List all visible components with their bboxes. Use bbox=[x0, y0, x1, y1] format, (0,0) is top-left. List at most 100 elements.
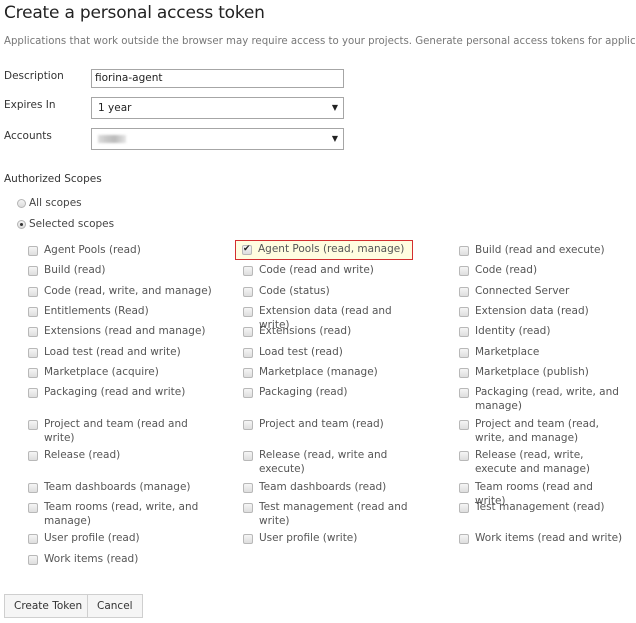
scope-checkbox-item[interactable]: Marketplace bbox=[459, 346, 539, 360]
scope-label: Release (read) bbox=[44, 449, 121, 461]
scope-label: Release (read, write and execute) bbox=[259, 449, 388, 475]
checkbox-icon[interactable] bbox=[243, 503, 253, 513]
scope-checkbox-item[interactable]: Extension data (read) bbox=[459, 305, 589, 319]
checkbox-icon[interactable] bbox=[243, 287, 253, 297]
checkbox-icon[interactable] bbox=[459, 503, 469, 513]
scope-checkbox-item[interactable]: Team dashboards (manage) bbox=[28, 481, 191, 495]
checkbox-icon[interactable] bbox=[459, 287, 469, 297]
scope-checkbox-item[interactable]: Connected Server bbox=[459, 285, 569, 299]
checkbox-icon[interactable] bbox=[28, 327, 38, 337]
authorized-scopes-label: Authorized Scopes bbox=[4, 173, 102, 185]
checkbox-icon[interactable] bbox=[459, 266, 469, 276]
scope-checkbox-item[interactable]: User profile (read) bbox=[28, 532, 140, 546]
accounts-select[interactable]: ▼ bbox=[91, 128, 344, 150]
scope-checkbox-item[interactable]: Packaging (read) bbox=[243, 386, 347, 400]
checkbox-checked-icon[interactable] bbox=[242, 243, 252, 257]
checkbox-icon[interactable] bbox=[459, 388, 469, 398]
all-scopes-label: All scopes bbox=[29, 197, 82, 209]
checkbox-icon[interactable] bbox=[28, 534, 38, 544]
checkbox-icon[interactable] bbox=[459, 368, 469, 378]
scope-checkbox-item[interactable]: Work items (read) bbox=[28, 553, 138, 567]
scope-checkbox-item[interactable]: Test management (read and write) bbox=[243, 501, 418, 528]
checkbox-icon[interactable] bbox=[459, 348, 469, 358]
create-token-button[interactable]: Create Token bbox=[4, 594, 93, 618]
scope-checkbox-item[interactable]: Load test (read and write) bbox=[28, 346, 181, 360]
checkbox-icon[interactable] bbox=[243, 420, 253, 430]
checkbox-icon[interactable] bbox=[459, 483, 469, 493]
scope-checkbox-item[interactable]: Release (read, write and execute) bbox=[243, 449, 418, 476]
expires-select[interactable]: 1 year ▼ bbox=[91, 97, 344, 119]
scope-checkbox-item[interactable]: Test management (read) bbox=[459, 501, 605, 515]
all-scopes-radio[interactable]: All scopes bbox=[17, 197, 82, 209]
expires-label: Expires In bbox=[4, 99, 56, 111]
scope-checkbox-item[interactable]: Release (read) bbox=[28, 449, 120, 463]
scope-checkbox-item[interactable]: Agent Pools (read, manage) bbox=[234, 240, 414, 260]
checkbox-icon[interactable] bbox=[243, 451, 253, 461]
checkbox-icon[interactable] bbox=[28, 555, 38, 565]
checkbox-icon[interactable] bbox=[243, 327, 253, 337]
scope-checkbox-item[interactable]: Build (read and execute) bbox=[459, 244, 605, 258]
scope-checkbox-item[interactable]: Marketplace (manage) bbox=[243, 366, 378, 380]
scope-checkbox-item[interactable]: Packaging (read and write) bbox=[28, 386, 185, 400]
checkbox-icon[interactable] bbox=[28, 420, 38, 430]
scope-checkbox-item[interactable]: Project and team (read and write) bbox=[28, 418, 218, 445]
checkbox-icon[interactable] bbox=[28, 266, 38, 276]
scope-label: Packaging (read and write) bbox=[44, 386, 186, 398]
checkbox-icon[interactable] bbox=[243, 307, 253, 317]
checkbox-icon[interactable] bbox=[243, 483, 253, 493]
checkbox-icon[interactable] bbox=[28, 503, 38, 513]
scope-checkbox-item[interactable]: Code (read and write) bbox=[243, 264, 374, 278]
scope-checkbox-item[interactable]: Build (read) bbox=[28, 264, 106, 278]
cancel-button[interactable]: Cancel bbox=[87, 594, 143, 618]
scope-checkbox-item[interactable]: Team dashboards (read) bbox=[243, 481, 386, 495]
scope-label: Test management (read) bbox=[475, 501, 605, 513]
scope-checkbox-item[interactable]: Code (read, write, and manage) bbox=[28, 285, 212, 299]
checkbox-icon[interactable] bbox=[459, 420, 469, 430]
page-title: Create a personal access token bbox=[4, 3, 265, 23]
checkbox-icon[interactable] bbox=[28, 451, 38, 461]
dropdown-arrow-icon: ▼ bbox=[331, 103, 338, 112]
scope-checkbox-item[interactable]: Extensions (read) bbox=[243, 325, 351, 339]
checkbox-icon[interactable] bbox=[28, 348, 38, 358]
scope-checkbox-item[interactable]: Team rooms (read, write, and manage) bbox=[28, 501, 218, 528]
scope-label: Project and team (read and write) bbox=[44, 418, 188, 444]
checkbox-icon[interactable] bbox=[459, 327, 469, 337]
scope-label: Marketplace (acquire) bbox=[44, 366, 159, 378]
checkbox-icon[interactable] bbox=[28, 483, 38, 493]
selected-scopes-radio[interactable]: Selected scopes bbox=[17, 218, 114, 230]
description-value: fiorina-agent bbox=[95, 72, 163, 84]
checkbox-icon[interactable] bbox=[28, 287, 38, 297]
checkbox-icon[interactable] bbox=[459, 307, 469, 317]
scope-checkbox-item[interactable]: Marketplace (publish) bbox=[459, 366, 589, 380]
checkbox-icon[interactable] bbox=[28, 368, 38, 378]
scope-checkbox-item[interactable]: Marketplace (acquire) bbox=[28, 366, 159, 380]
description-input[interactable]: fiorina-agent bbox=[91, 69, 344, 88]
scope-checkbox-item[interactable]: Project and team (read) bbox=[243, 418, 384, 432]
checkbox-icon[interactable] bbox=[243, 388, 253, 398]
scope-checkbox-item[interactable]: Extensions (read and manage) bbox=[28, 325, 206, 339]
scope-checkbox-item[interactable]: Code (read) bbox=[459, 264, 537, 278]
checkbox-icon[interactable] bbox=[459, 246, 469, 256]
scope-checkbox-item[interactable]: Work items (read and write) bbox=[459, 532, 622, 546]
checkbox-icon[interactable] bbox=[28, 307, 38, 317]
checkbox-icon[interactable] bbox=[243, 534, 253, 544]
scope-checkbox-item[interactable]: Entitlements (Read) bbox=[28, 305, 149, 319]
checkbox-icon[interactable] bbox=[243, 348, 253, 358]
scope-checkbox-item[interactable]: Code (status) bbox=[243, 285, 330, 299]
scope-checkbox-item[interactable]: Release (read, write, execute and manage… bbox=[459, 449, 624, 476]
scope-checkbox-item[interactable]: User profile (write) bbox=[243, 532, 357, 546]
page-subtitle: Applications that work outside the brows… bbox=[4, 36, 636, 47]
scope-label: Team dashboards (read) bbox=[259, 481, 387, 493]
checkbox-icon[interactable] bbox=[28, 388, 38, 398]
scope-checkbox-item[interactable]: Agent Pools (read) bbox=[28, 244, 141, 258]
scope-checkbox-item[interactable]: Load test (read) bbox=[243, 346, 343, 360]
scope-checkbox-item[interactable]: Identity (read) bbox=[459, 325, 550, 339]
scope-label: Test management (read and write) bbox=[259, 501, 408, 527]
checkbox-icon[interactable] bbox=[459, 451, 469, 461]
scope-checkbox-item[interactable]: Packaging (read, write, and manage) bbox=[459, 386, 624, 413]
checkbox-icon[interactable] bbox=[28, 246, 38, 256]
scope-checkbox-item[interactable]: Project and team (read, write, and manag… bbox=[459, 418, 624, 445]
checkbox-icon[interactable] bbox=[243, 266, 253, 276]
checkbox-icon[interactable] bbox=[459, 534, 469, 544]
checkbox-icon[interactable] bbox=[243, 368, 253, 378]
